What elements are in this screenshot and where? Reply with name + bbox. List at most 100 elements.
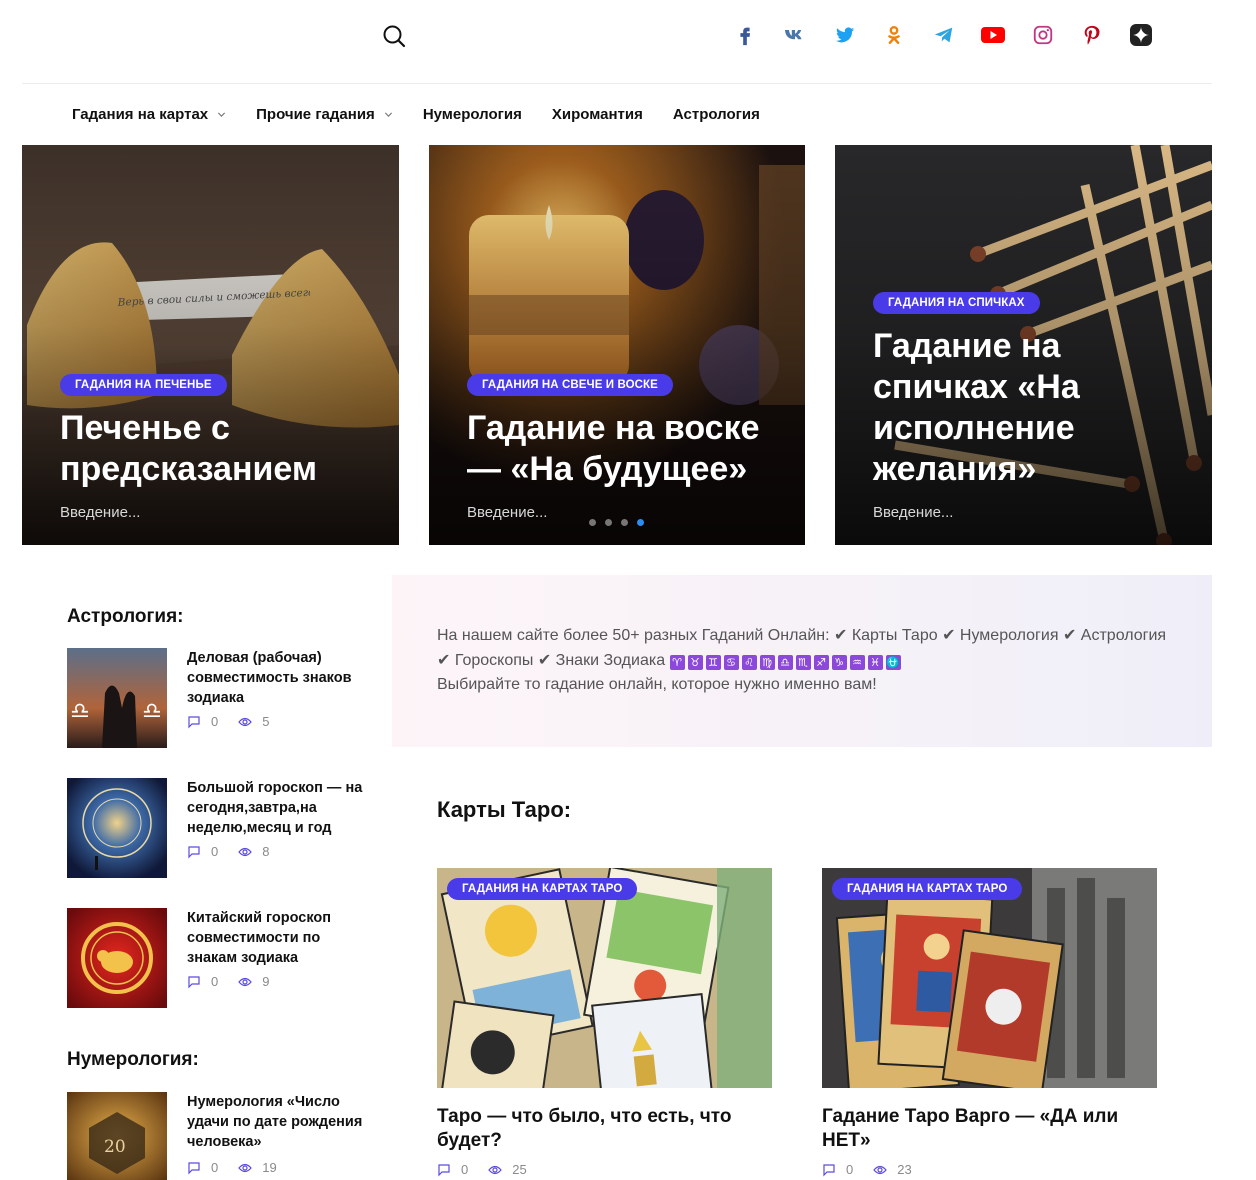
- telegram-link[interactable]: [931, 22, 957, 48]
- category-badge[interactable]: Гадания на картах таро: [832, 878, 1023, 900]
- slider-dot[interactable]: [589, 519, 596, 526]
- view-count: 9: [262, 974, 270, 989]
- top-bar: [0, 0, 1256, 84]
- view-count: 19: [262, 1160, 277, 1175]
- slider-dot[interactable]: [605, 519, 612, 526]
- post-title[interactable]: Гадание Таро Варго — «ДА или НЕТ»: [822, 1105, 1142, 1153]
- nav-item-palmistry[interactable]: Хиромантия: [552, 106, 643, 123]
- post-image[interactable]: Гадания на картах таро: [437, 868, 772, 1088]
- zodiac-sign-icon: ♑: [831, 654, 847, 670]
- category-badge[interactable]: Гадания на спичках: [873, 292, 1040, 314]
- post-thumbnail[interactable]: [67, 908, 167, 1008]
- promo-text: На нашем сайте более 50+ разных Гаданий …: [437, 624, 1177, 698]
- search-button[interactable]: [380, 22, 408, 50]
- eye-icon: [238, 717, 253, 726]
- sidebar-post[interactable]: 20 Нумерология «Число удачи по дате рожд…: [67, 1092, 367, 1180]
- zodiac-signs: ♈ ♉ ♊ ♋ ♌ ♍ ♎ ♏ ♐ ♑ ♒ ♓ ⛎: [669, 652, 904, 670]
- sidebar-post[interactable]: Большой гороскоп — на сегодня,завтра,на …: [67, 778, 367, 878]
- post-title[interactable]: Большой гороскоп — на сегодня,завтра,на …: [187, 778, 372, 838]
- eye-icon: [488, 1165, 503, 1174]
- twitter-link[interactable]: [832, 22, 858, 48]
- zodiac-sign-icon: ♋: [723, 654, 739, 670]
- svg-text:♎: ♎: [142, 699, 162, 724]
- hero-caption: Гадания на спичках Гадание на спичках «Н…: [873, 292, 1182, 521]
- chevron-down-icon: [218, 111, 226, 117]
- post-meta: 0 5: [187, 714, 289, 729]
- svg-text:20: 20: [104, 1137, 126, 1157]
- comment-icon: [188, 975, 200, 988]
- youtube-link[interactable]: [980, 22, 1006, 48]
- slider-dot[interactable]: [637, 519, 644, 526]
- comment-count: 0: [211, 974, 219, 989]
- pinterest-icon: [1084, 25, 1100, 45]
- post-image[interactable]: Гадания на картах таро: [822, 868, 1157, 1088]
- view-count: 8: [262, 844, 270, 859]
- sidebar-heading-astrology: Астрология:: [67, 606, 184, 627]
- hero-slide-matches[interactable]: Гадания на спичках Гадание на спичках «Н…: [835, 145, 1212, 545]
- nav-item-other[interactable]: Прочие гадания: [256, 106, 393, 123]
- nav-item-label: Гадания на картах: [72, 105, 209, 123]
- category-badge[interactable]: Гадания на свече и воске: [467, 374, 673, 396]
- hero-slide-candle[interactable]: Гадания на свече и воске Гадание на воск…: [429, 145, 805, 545]
- comment-icon: [188, 845, 200, 858]
- nav-item-astrology[interactable]: Астрология: [673, 106, 760, 123]
- odnoklassniki-icon: [888, 26, 900, 44]
- post-title[interactable]: Китайский гороскоп совместимости по знак…: [187, 908, 372, 968]
- comment-count: 0: [461, 1162, 469, 1177]
- post-meta: 0 23: [822, 1162, 1157, 1177]
- zodiac-sign-icon: ♎: [777, 654, 793, 670]
- comment-icon: [823, 1163, 835, 1176]
- post-meta: 0 25: [437, 1162, 772, 1177]
- post-title[interactable]: Деловая (рабочая) совместимость знаков з…: [187, 648, 372, 708]
- tarot-card-post[interactable]: Гадания на картах таро Таро — что было, …: [437, 868, 772, 1177]
- sidebar-post[interactable]: ♎ ♎ Деловая (рабочая) совместимость знако…: [67, 648, 367, 748]
- eye-icon: [238, 1163, 253, 1172]
- post-thumbnail[interactable]: 20: [67, 1092, 167, 1180]
- hero-caption: Гадания на свече и воске Гадание на воск…: [467, 374, 775, 521]
- vk-link[interactable]: [782, 22, 808, 48]
- nav-item-label: Хиромантия: [551, 105, 643, 123]
- view-count: 25: [512, 1162, 527, 1177]
- post-title[interactable]: Нумерология «Число удачи по дате рождени…: [187, 1092, 372, 1152]
- nav-item-cards[interactable]: Гадания на картах: [72, 106, 226, 123]
- comment-count: 0: [211, 1160, 219, 1175]
- zodiac-sign-icon: ♒: [849, 654, 865, 670]
- svg-text:♎: ♎: [70, 699, 90, 724]
- hero-title[interactable]: Гадание на воске — «На будущее»: [467, 408, 775, 490]
- zodiac-sign-icon: ⛎: [885, 654, 901, 670]
- fortune-note: Верь в свои силы и сможешь всего добитьс…: [116, 285, 310, 309]
- post-thumbnail[interactable]: ♎ ♎: [67, 648, 167, 748]
- promo-text-outro: Выбирайте то гадание онлайн, которое нуж…: [437, 676, 877, 693]
- instagram-icon: [1033, 25, 1053, 45]
- yandex-zen-icon: [1130, 24, 1152, 46]
- twitter-icon: [835, 27, 855, 43]
- hero-slide-cookie[interactable]: Гадания на печенье Печенье с предсказани…: [22, 145, 399, 545]
- hero-title[interactable]: Гадание на спичках «На исполнение желани…: [873, 326, 1182, 490]
- zodiac-sign-icon: ♓: [867, 654, 883, 670]
- sidebar-post[interactable]: Китайский гороскоп совместимости по знак…: [67, 908, 367, 1008]
- eye-icon: [873, 1165, 888, 1174]
- comment-count: 0: [211, 844, 219, 859]
- category-badge[interactable]: Гадания на печенье: [60, 374, 227, 396]
- category-badge[interactable]: Гадания на картах таро: [447, 878, 638, 900]
- slider-dots: [589, 519, 653, 526]
- post-thumbnail[interactable]: [67, 778, 167, 878]
- instagram-link[interactable]: [1030, 22, 1056, 48]
- post-meta: 0 19: [187, 1160, 297, 1175]
- comment-count: 0: [211, 714, 219, 729]
- nav-item-numerology[interactable]: Нумерология: [423, 106, 522, 123]
- zodiac-sign-icon: ♈: [669, 654, 685, 670]
- hero-title[interactable]: Печенье с предсказанием: [60, 408, 369, 490]
- comment-icon: [188, 715, 200, 728]
- tarot-card-post[interactable]: Гадания на картах таро Гадание Таро Варг…: [822, 868, 1157, 1177]
- slider-dot[interactable]: [621, 519, 628, 526]
- nav-item-label: Нумерология: [422, 105, 522, 123]
- nav-item-label: Астрология: [672, 105, 760, 123]
- post-title[interactable]: Таро — что было, что есть, что будет?: [437, 1105, 757, 1153]
- facebook-link[interactable]: [732, 22, 758, 48]
- odnoklassniki-link[interactable]: [881, 22, 907, 48]
- eye-icon: [238, 977, 253, 986]
- pinterest-link[interactable]: [1079, 22, 1105, 48]
- yandex-zen-link[interactable]: [1128, 22, 1154, 48]
- zodiac-sign-icon: ♉: [687, 654, 703, 670]
